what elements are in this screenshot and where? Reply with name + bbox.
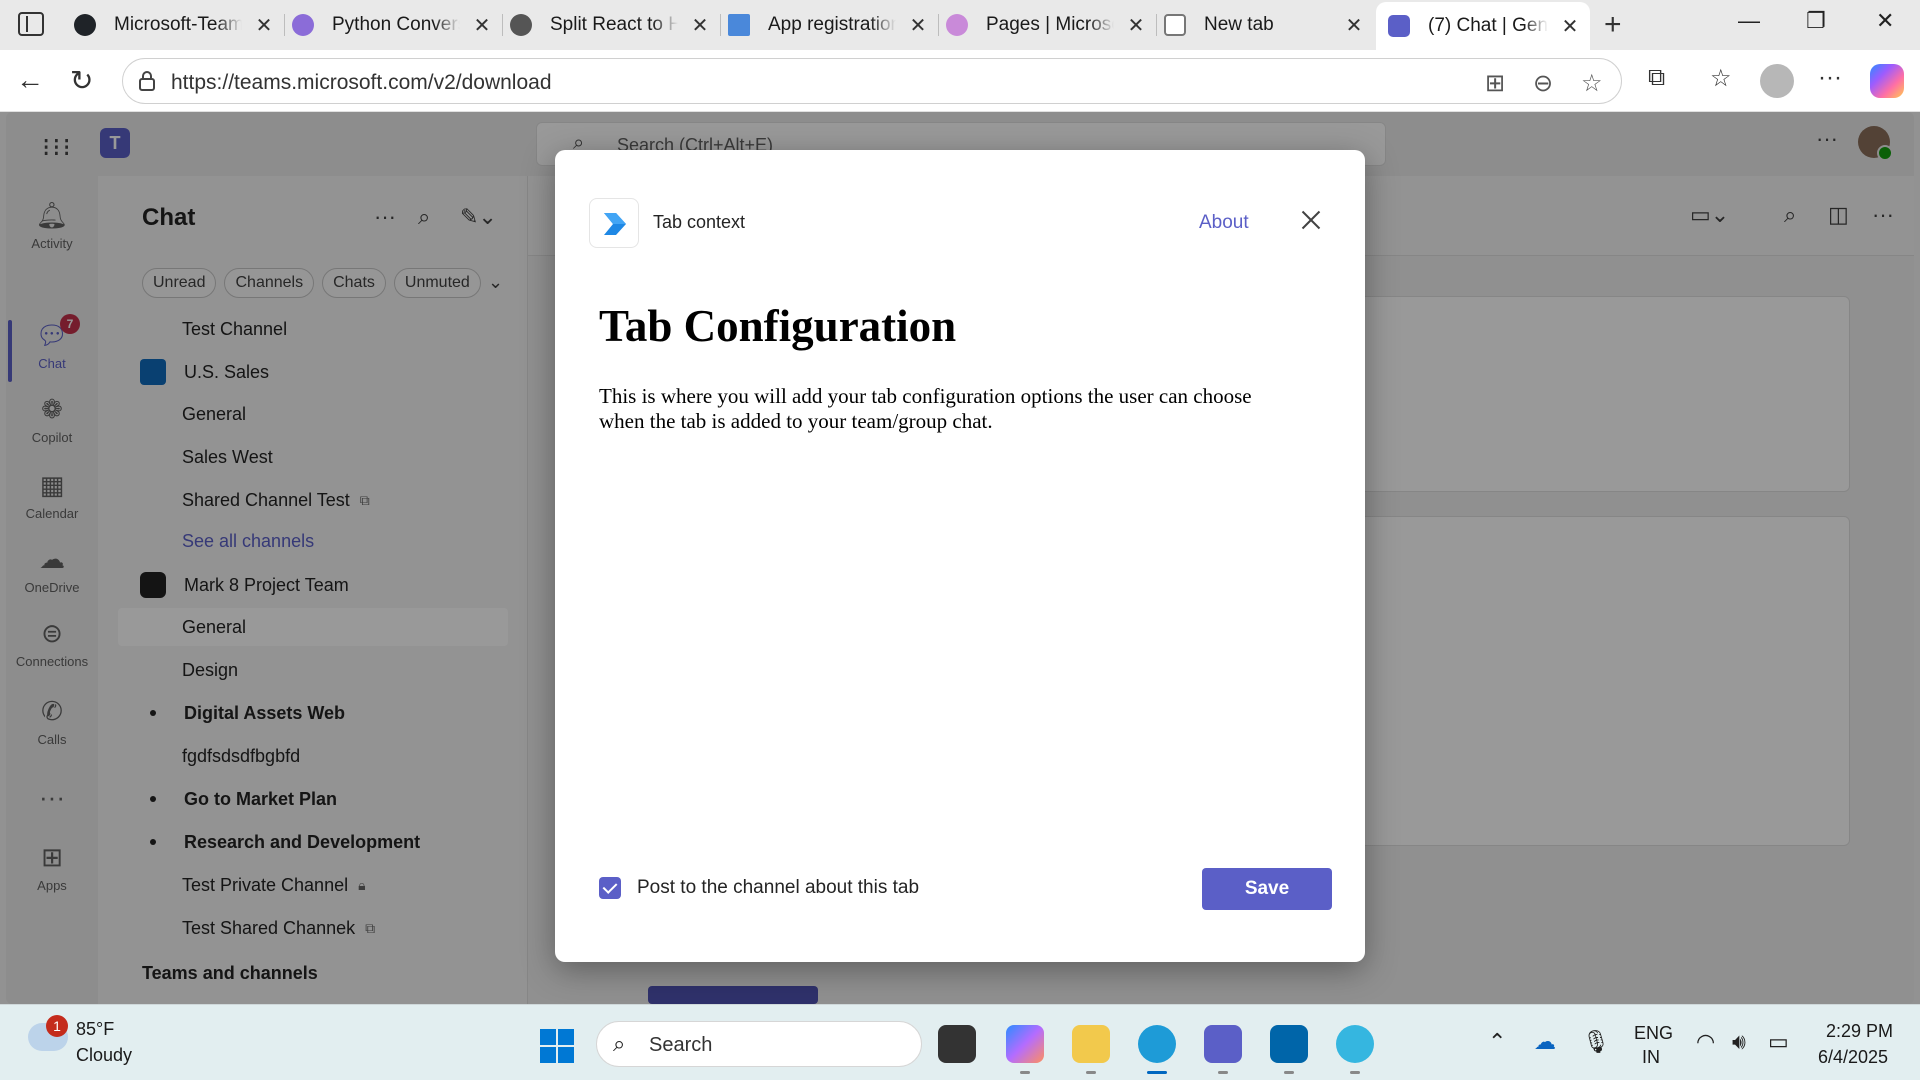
tab-config-dialog: Tab context About Tab Configuration This… <box>555 150 1365 962</box>
weather-temp[interactable]: 85°F <box>76 1019 114 1040</box>
back-arrow-icon[interactable]: ← <box>16 64 44 96</box>
openai-icon <box>510 14 532 36</box>
tab-close-icon[interactable]: ✕ <box>1560 14 1580 39</box>
new-tab-plus-icon[interactable]: + <box>1604 8 1622 42</box>
mic-muted-icon[interactable]: 🎙︎ <box>1582 1029 1610 1055</box>
clock-time[interactable]: 2:29 PM <box>1826 1021 1893 1042</box>
url-text: https://teams.microsoft.com/v2/download <box>171 71 552 94</box>
wifi-icon[interactable]: ◠ <box>1696 1029 1715 1055</box>
task-view-icon[interactable] <box>938 1025 976 1063</box>
teams-icon <box>1388 15 1410 37</box>
browser-tab-strip: Microsoft-Teams ✕ Python Conversa ✕ Spli… <box>0 0 1920 50</box>
restore-icon[interactable]: ❐ <box>1806 8 1826 34</box>
m365-icon[interactable] <box>1006 1025 1044 1074</box>
chevron-up-icon[interactable]: ⌃ <box>1488 1029 1506 1055</box>
edge-icon[interactable] <box>1138 1025 1176 1074</box>
favorite-star-icon[interactable]: ☆ <box>1581 69 1603 98</box>
post-to-channel-label[interactable]: Post to the channel about this tab <box>637 877 919 899</box>
start-button-icon[interactable] <box>540 1029 574 1063</box>
save-button[interactable]: Save <box>1202 868 1332 910</box>
onedrive-icon[interactable]: ☁︎ <box>1534 1029 1556 1055</box>
azure-icon <box>728 14 750 36</box>
copilot-icon <box>292 14 314 36</box>
github-icon <box>74 14 96 36</box>
tab-close-icon[interactable]: ✕ <box>908 13 928 38</box>
tab-close-icon[interactable]: ✕ <box>472 13 492 38</box>
window-close-icon[interactable]: ✕ <box>1876 8 1894 34</box>
browser-toolbar: ← ↻ https://teams.microsoft.com/v2/downl… <box>0 50 1920 112</box>
weather-badge: 1 <box>46 1015 68 1037</box>
app-logo-icon <box>604 213 626 235</box>
edge-dev-icon[interactable] <box>1336 1025 1374 1074</box>
volume-icon[interactable]: 🔊︎ <box>1732 1029 1746 1055</box>
language-indicator[interactable]: ENG <box>1634 1023 1673 1044</box>
config-description: This is where you will add your tab conf… <box>599 384 1252 433</box>
app-icon <box>589 198 639 248</box>
vscode-icon[interactable] <box>1270 1025 1308 1074</box>
app-available-icon[interactable]: ⊞ <box>1485 69 1505 98</box>
weather-condition[interactable]: Cloudy <box>76 1045 132 1066</box>
file-explorer-icon[interactable] <box>1072 1025 1110 1074</box>
lock-icon[interactable] <box>137 70 157 92</box>
tab-actions-menu-icon[interactable] <box>18 12 44 36</box>
tab-close-icon[interactable]: ✕ <box>690 13 710 38</box>
more-menu-icon[interactable]: ··· <box>1818 64 1842 92</box>
tab-close-icon[interactable]: ✕ <box>254 13 274 38</box>
extensions-icon[interactable]: ⧉ <box>1648 64 1665 92</box>
windows-taskbar: 1 85°F Cloudy ⌕ Search ⌃ ☁︎ 🎙︎ ENG IN ◠ … <box>0 1004 1920 1080</box>
tab-close-icon[interactable]: ✕ <box>1344 13 1364 38</box>
browser-tab-active[interactable]: (7) Chat | Genera ✕ <box>1376 2 1590 50</box>
battery-icon[interactable]: ▭ <box>1768 1029 1789 1055</box>
close-icon[interactable] <box>1297 206 1325 234</box>
minimize-icon[interactable]: — <box>1738 8 1760 34</box>
post-to-channel-checkbox[interactable] <box>599 877 621 899</box>
clock-date[interactable]: 6/4/2025 <box>1818 1047 1888 1068</box>
app-name: Tab context <box>653 212 746 232</box>
copilot-pages-icon <box>946 14 968 36</box>
search-icon: ⌕ <box>613 1031 626 1056</box>
tab-close-icon[interactable]: ✕ <box>1126 13 1146 38</box>
language-region[interactable]: IN <box>1642 1047 1660 1068</box>
address-bar[interactable]: https://teams.microsoft.com/v2/download … <box>122 58 1622 104</box>
taskbar-search[interactable]: ⌕ Search <box>596 1021 922 1067</box>
teams-taskbar-icon[interactable] <box>1204 1025 1242 1074</box>
profile-avatar[interactable] <box>1760 64 1794 98</box>
copilot-sidebar-icon[interactable] <box>1870 64 1904 98</box>
refresh-icon[interactable]: ↻ <box>70 64 93 97</box>
browser-tab[interactable]: Microsoft-Teams ✕ <box>62 4 285 46</box>
browser-tab[interactable]: New tab ✕ <box>1152 4 1374 46</box>
about-link[interactable]: About <box>1199 212 1249 234</box>
browser-tab[interactable]: Python Conversa ✕ <box>280 4 503 46</box>
browser-tab[interactable]: App registration ✕ <box>716 4 939 46</box>
zoom-out-icon[interactable]: ⊖ <box>1533 69 1553 98</box>
favorites-icon[interactable]: ☆ <box>1710 64 1732 93</box>
page-title: Tab Configuration <box>599 301 957 351</box>
newtab-icon <box>1164 14 1186 36</box>
browser-tab[interactable]: Split React to H ✕ <box>498 4 721 46</box>
browser-tab[interactable]: Pages | Microso ✕ <box>934 4 1157 46</box>
